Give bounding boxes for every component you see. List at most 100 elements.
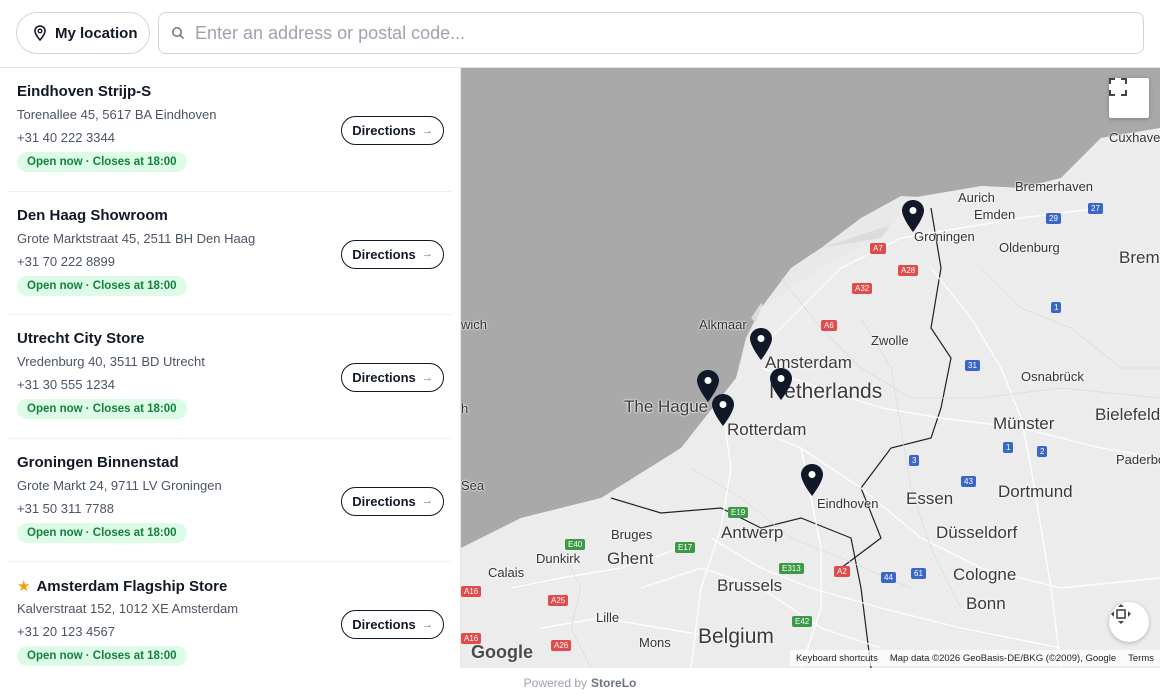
road-shield: 3 (909, 455, 920, 466)
road-shield: 31 (965, 360, 980, 371)
store-card[interactable]: Utrecht City Store Vredenburg 40, 3511 B… (8, 315, 452, 439)
road-shield: 43 (961, 476, 976, 487)
store-name: Groningen Binnenstad (17, 453, 179, 471)
city-label: Brem (1119, 248, 1160, 267)
store-name: Eindhoven Strijp-S (17, 83, 152, 100)
city-label: Bremerhaven (1015, 179, 1094, 194)
status-badge: Open now · Closes at 18:00 (17, 152, 187, 172)
city-label: Aurich (958, 190, 995, 205)
arrow-right-icon: → (421, 124, 433, 137)
store-name: Amsterdam Flagship Store (36, 577, 228, 595)
road-shield: A7 (870, 243, 886, 254)
map-pin-amsterdam[interactable] (749, 327, 773, 361)
store-card[interactable]: Den Haag Showroom Grote Marktstraat 45, … (8, 192, 452, 315)
road-shield: A6 (821, 320, 837, 331)
city-label: Dunkirk (536, 551, 581, 566)
city-label: Cologne (953, 565, 1017, 584)
road-shield: 1 (1003, 442, 1014, 453)
road-shield: E40 (565, 539, 586, 550)
status-badge: Open now · Closes at 18:00 (17, 646, 187, 666)
directions-label: Directions (352, 617, 416, 632)
my-location-button[interactable]: My location (16, 12, 150, 54)
top-bar: My location (0, 0, 1160, 66)
store-address: Kalverstraat 152, 1012 XE Amsterdam (17, 601, 239, 616)
road-shield: 1 (1051, 302, 1062, 313)
map-pin-rotterdam[interactable] (711, 393, 735, 427)
arrow-right-icon: → (421, 495, 433, 507)
store-list: Eindhoven Strijp-S Torenallee 45, 5617 B… (0, 68, 461, 668)
store-phone: +31 70 222 8899 (17, 253, 115, 269)
road-shield: E17 (675, 542, 696, 553)
city-label: Cuxhaven (1109, 130, 1160, 145)
road-shield: 61 (911, 568, 926, 579)
directions-button[interactable]: Directions → (341, 610, 444, 639)
road-shield: E19 (728, 507, 749, 518)
main-area: Eindhoven Strijp-S Torenallee 45, 5617 B… (0, 67, 1160, 668)
terms-link[interactable]: Terms (1128, 653, 1154, 664)
directions-button[interactable]: Directions → (341, 486, 444, 516)
directions-button[interactable]: Directions → (341, 239, 444, 269)
map-data-text: Map data ©2026 GeoBasis-DE/BKG (©2009), … (889, 652, 1117, 664)
directions-label: Directions (352, 493, 416, 509)
directions-button[interactable]: Directions → (341, 116, 444, 145)
city-label: Oldenburg (999, 240, 1060, 255)
directions-label: Directions (352, 246, 416, 262)
store-card[interactable]: ★ Amsterdam Flagship Store Kalverstraat … (8, 562, 452, 668)
fullscreen-icon (1109, 78, 1127, 96)
map-pin-utrecht[interactable] (769, 367, 793, 401)
location-pin-icon (34, 25, 46, 41)
city-label: Calais (488, 565, 525, 580)
country-label: Belgium (698, 625, 774, 648)
status-badge: Open now · Closes at 18:00 (17, 522, 187, 543)
arrow-right-icon: → (421, 618, 433, 631)
fullscreen-button[interactable] (1109, 78, 1149, 118)
road-shield: A25 (548, 595, 569, 606)
store-card[interactable]: Eindhoven Strijp-S Torenallee 45, 5617 B… (8, 68, 452, 192)
store-phone: +31 20 123 4567 (17, 624, 115, 639)
city-label: Bielefeld (1095, 405, 1160, 424)
city-label: Brussels (717, 576, 783, 595)
city-label: Münster (993, 414, 1055, 433)
search-input[interactable] (195, 22, 1095, 44)
store-card[interactable]: Groningen Binnenstad Grote Markt 24, 971… (8, 439, 452, 562)
store-name-row: ★ Amsterdam Flagship Store (17, 577, 228, 596)
status-badge: Open now · Closes at 18:00 (17, 275, 187, 296)
store-phone: +31 40 222 3344 (17, 130, 115, 145)
city-label: Antwerp (721, 523, 784, 542)
store-address: Grote Markt 24, 9711 LV Groningen (17, 477, 222, 493)
brand-link[interactable]: StoreLo (591, 676, 636, 690)
arrow-right-icon: → (421, 371, 433, 384)
city-label: Paderbo (1116, 452, 1160, 467)
city-label: Bonn (966, 594, 1006, 613)
store-address: Vredenburg 40, 3511 BD Utrecht (17, 354, 205, 369)
map-view[interactable]: Cuxhaven Bremerhaven Aurich Emden Gronin… (461, 68, 1160, 668)
directions-button[interactable]: Directions → (341, 363, 444, 392)
arrow-right-icon: → (421, 248, 433, 260)
directions-label: Directions (352, 370, 416, 385)
city-label: Essen (906, 489, 954, 508)
city-label: h (461, 401, 469, 416)
search-bar (158, 12, 1144, 54)
google-logo: Google (471, 642, 533, 662)
directions-label: Directions (352, 123, 416, 138)
road-shield: 29 (1046, 213, 1061, 224)
my-location-label: My location (55, 24, 138, 42)
city-label: Sea (461, 478, 485, 493)
keyboard-shortcuts-link[interactable]: Keyboard shortcuts (796, 653, 878, 664)
city-label: wich (461, 317, 488, 332)
map-pin-groningen[interactable] (901, 199, 925, 233)
city-label: Eindhoven (817, 496, 879, 511)
store-address: Grote Marktstraat 45, 2511 BH Den Haag (17, 230, 256, 246)
road-shield: A16 (461, 586, 482, 597)
store-phone: +31 50 311 7788 (17, 500, 114, 516)
city-label: Emden (974, 207, 1016, 222)
map-pin-eindhoven[interactable] (800, 463, 824, 497)
powered-by-text: Powered by (523, 676, 588, 690)
city-label: Ghent (607, 549, 654, 568)
camera-control-button[interactable] (1109, 602, 1149, 642)
store-name: Den Haag Showroom (17, 206, 168, 224)
road-shield: 2 (1037, 446, 1048, 457)
road-shield: A2 (834, 566, 850, 577)
road-shield: E313 (779, 563, 804, 574)
city-label: Alkmaar (699, 317, 747, 332)
